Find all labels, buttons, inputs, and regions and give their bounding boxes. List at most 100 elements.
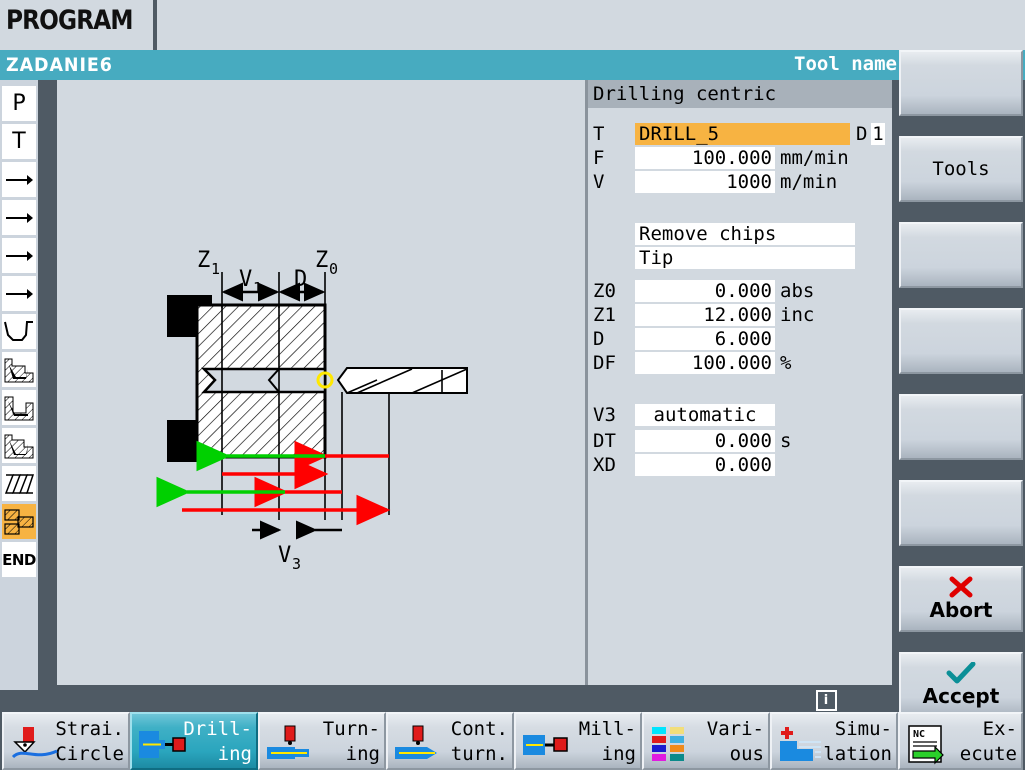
color-grid-icon: [649, 725, 701, 765]
contour-tool-icon: [9, 725, 61, 765]
svg-text:Z: Z: [315, 248, 328, 273]
unit-df: %: [780, 352, 792, 374]
rail-item-t[interactable]: T: [2, 124, 36, 159]
softkey-drilling-label: Drill-ing: [183, 718, 252, 765]
roughing-cut-icon: [4, 433, 34, 459]
softkey-various[interactable]: Vari-ous: [642, 712, 770, 770]
label-D: D: [856, 123, 868, 145]
field-v3[interactable]: automatic: [635, 404, 775, 426]
roughing-cut-icon: [4, 357, 34, 383]
field-z0[interactable]: 0.000: [635, 280, 775, 302]
svg-text:NC: NC: [913, 729, 925, 740]
cnc-program-screen: PROGRAM ZADANIE6 Tool name P T END Z 1 Z…: [0, 0, 1025, 770]
field-d-depth[interactable]: 6.000: [635, 328, 775, 350]
arrow-right-icon: [5, 250, 33, 262]
vkey-4[interactable]: [899, 308, 1023, 374]
rail-item-rough-1[interactable]: [2, 352, 36, 387]
info-icon: i: [815, 689, 837, 711]
field-dt[interactable]: 0.000: [635, 430, 775, 452]
app-title: PROGRAM: [6, 5, 133, 36]
vkey-abort-label: Abort: [929, 598, 993, 622]
label-DF: DF: [593, 352, 616, 374]
vkey-3[interactable]: [899, 222, 1023, 288]
field-df[interactable]: 100.000: [635, 352, 775, 374]
program-name: ZADANIE6: [6, 54, 113, 76]
unit-z0: abs: [780, 280, 815, 302]
drilling-centric-icon: [4, 508, 34, 535]
turning-icon: [265, 725, 317, 765]
rail-item-rough-2[interactable]: [2, 390, 36, 425]
vkey-accept[interactable]: Accept: [899, 652, 1023, 718]
rail-item-arrow-1[interactable]: [2, 162, 36, 197]
drilling-diagram-panel: Z 1 Z 0 V 1 D V 3: [57, 80, 585, 685]
svg-text:V: V: [239, 267, 252, 292]
top-bar: PROGRAM: [0, 0, 1025, 50]
vkey-abort[interactable]: Abort: [899, 566, 1023, 632]
top-bar-divider: [153, 0, 157, 50]
svg-text:1: 1: [253, 279, 262, 297]
field-tool-d-number[interactable]: 1: [871, 123, 885, 145]
field-reference-point[interactable]: Tip: [635, 247, 855, 269]
rail-item-groove[interactable]: [2, 314, 36, 349]
rail-item-arrow-3[interactable]: [2, 238, 36, 273]
softkey-milling-label: Mill-ing: [578, 718, 636, 765]
rail-item-arrow-2[interactable]: [2, 200, 36, 235]
vkey-5[interactable]: [899, 394, 1023, 460]
nc-execute-icon: NC: [905, 725, 957, 765]
svg-text:0: 0: [329, 260, 338, 278]
rail-item-rough-3[interactable]: [2, 428, 36, 463]
vkey-1[interactable]: [899, 50, 1023, 116]
info-button[interactable]: i: [813, 689, 839, 711]
label-DT: DT: [593, 430, 616, 452]
unit-cutting-speed: m/min: [780, 171, 838, 193]
vkey-tools-label: Tools: [932, 158, 990, 180]
softkey-drilling[interactable]: Drill-ing: [130, 712, 258, 770]
field-tool-name[interactable]: DRILL_5: [635, 123, 850, 145]
teal-check-icon: [946, 662, 976, 684]
left-icon-rail: P T END: [0, 80, 38, 690]
svg-text:D: D: [294, 267, 307, 292]
rail-item-drilling[interactable]: [2, 504, 36, 539]
parameter-panel-header: Drilling centric: [588, 80, 892, 108]
contour-turning-icon: [393, 725, 445, 765]
drilling-icon: [137, 725, 189, 765]
thread-icon: [4, 471, 34, 497]
label-Z1: Z1: [593, 304, 616, 326]
softkey-simulation-label: Simu-lation: [823, 718, 892, 765]
softkey-execute[interactable]: Ex-ecute NC: [898, 712, 1023, 770]
vertical-softkey-bar: Tools Abort Accept: [897, 50, 1025, 718]
softkey-milling[interactable]: Mill-ing: [514, 712, 642, 770]
field-xd[interactable]: 0.000: [635, 454, 775, 476]
svg-text:3: 3: [292, 555, 301, 573]
field-z1[interactable]: 12.000: [635, 304, 775, 326]
red-x-icon: [948, 576, 974, 598]
simulation-icon: [777, 725, 829, 765]
parameter-panel: Drilling centric T DRILL_5 D 1 F 100.000…: [588, 80, 892, 685]
rail-item-end[interactable]: END: [2, 542, 36, 577]
milling-icon: [521, 725, 573, 765]
label-F: F: [593, 147, 605, 169]
softkey-cont-turn[interactable]: Cont. turn.: [386, 712, 514, 770]
arrow-right-icon: [5, 174, 33, 186]
arrow-right-icon: [5, 212, 33, 224]
tool-name-header: Tool name: [794, 53, 897, 75]
label-D-depth: D: [593, 328, 605, 350]
softkey-simulation[interactable]: Simu-lation: [770, 712, 898, 770]
rail-item-arrow-4[interactable]: [2, 276, 36, 311]
parameter-panel-title: Drilling centric: [593, 83, 777, 105]
field-machining-mode[interactable]: Remove chips: [635, 223, 855, 245]
rail-item-thread[interactable]: [2, 466, 36, 501]
vkey-tools[interactable]: Tools: [899, 136, 1023, 202]
svg-text:V: V: [278, 543, 291, 568]
label-XD: XD: [593, 454, 616, 476]
label-V: V: [593, 171, 605, 193]
vkey-6[interactable]: [899, 480, 1023, 546]
field-cutting-speed[interactable]: 1000: [635, 171, 775, 193]
letter-t-icon: T: [12, 129, 26, 154]
bottom-softkey-bar: Strai. Circle Drill-ing Turn- ing Cont. …: [0, 712, 1025, 770]
rail-item-p[interactable]: P: [2, 86, 36, 121]
field-feedrate[interactable]: 100.000: [635, 147, 775, 169]
softkey-straight-circle[interactable]: Strai. Circle: [2, 712, 130, 770]
roughing-cut-icon: [4, 395, 34, 421]
softkey-turning[interactable]: Turn-ing: [258, 712, 386, 770]
